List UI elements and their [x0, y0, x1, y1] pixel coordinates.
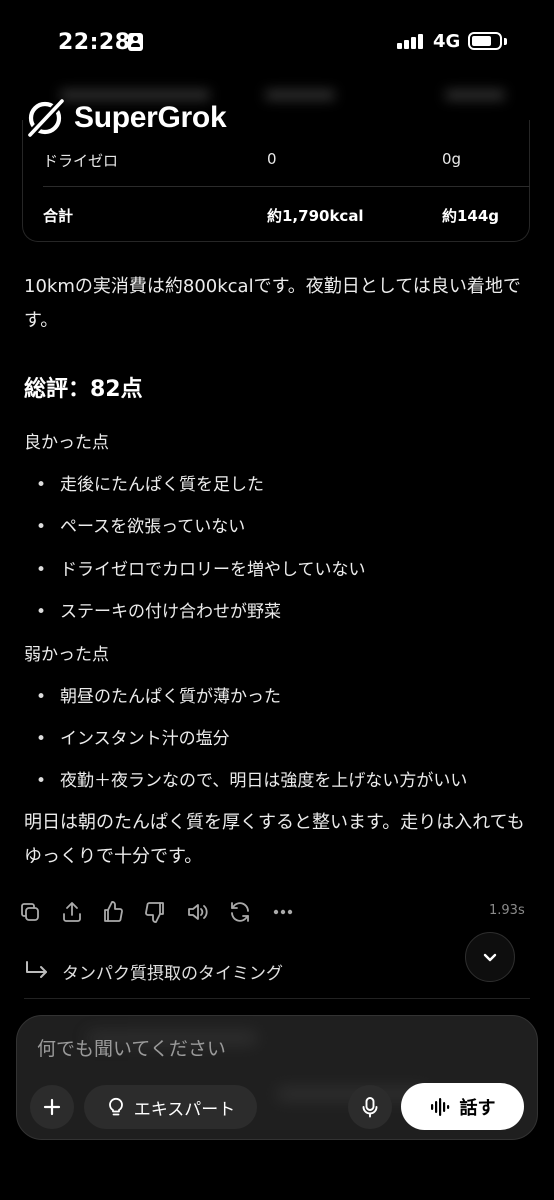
chevron-down-icon	[483, 953, 497, 962]
microphone-icon	[362, 1097, 378, 1118]
grok-logo-icon	[28, 99, 64, 137]
share-icon	[63, 902, 81, 922]
copy-button[interactable]	[18, 900, 44, 926]
plus-icon	[43, 1098, 61, 1116]
dislike-button[interactable]	[143, 900, 169, 926]
app-logo: SuperGrok	[24, 96, 227, 140]
weak-point-item: 朝昼のたんぱく質が薄かった	[36, 682, 281, 707]
response-time: 1.93s	[489, 903, 525, 918]
table-cell-item: ドライゼロ	[43, 152, 119, 170]
share-button[interactable]	[60, 900, 86, 926]
regenerate-button[interactable]	[228, 900, 254, 926]
weak-point-item: 夜勤＋夜ランなので、明日は強度を上げない方がいい	[36, 766, 467, 791]
response-closing: 明日は朝のたんぱく質を厚くすると整います。走りは入れてもゆっくりで十分です。	[24, 812, 525, 867]
battery-tip	[504, 38, 507, 45]
weak-point-item: インスタント汁の塩分	[36, 724, 230, 749]
followup-label: タンパク質摂取のタイミング	[62, 963, 283, 984]
followup-divider	[24, 998, 530, 999]
like-button[interactable]	[101, 900, 127, 926]
regenerate-icon	[231, 902, 249, 922]
status-time: 22:28	[58, 30, 131, 55]
signal-bars-icon	[397, 33, 427, 49]
reply-arrow-icon	[26, 961, 47, 978]
response-intro: 10kmの実消費は約800kcalです。夜勤日としては良い着地です。	[24, 276, 521, 331]
thumbs-down-icon	[145, 902, 164, 923]
battery-icon	[468, 32, 502, 50]
followup-suggestion[interactable]: タンパク質摂取のタイミング	[24, 958, 283, 984]
more-icon	[273, 909, 293, 915]
read-aloud-button[interactable]	[185, 900, 211, 926]
good-point-item: ステーキの付け合わせが野菜	[36, 597, 281, 622]
app-name: SuperGrok	[74, 101, 227, 134]
voice-mode-button[interactable]: 話す	[401, 1083, 524, 1130]
table-divider	[43, 186, 530, 187]
voice-mode-label: 話す	[459, 1097, 496, 1119]
expert-mode-label: エキスパート	[133, 1099, 236, 1120]
score-heading: 総評：82点	[24, 377, 143, 402]
good-points-label: 良かった点	[24, 433, 109, 453]
good-point-item: ペースを欲張っていない	[36, 512, 245, 537]
thumbs-up-icon	[104, 901, 123, 922]
expert-mode-button[interactable]: エキスパート	[84, 1085, 257, 1129]
speaker-icon	[188, 904, 208, 920]
table-cell-protein: 0g	[442, 150, 462, 168]
good-point-item: ドライゼロでカロリーを増やしていない	[36, 555, 366, 580]
table-total-label: 合計	[43, 207, 74, 225]
more-button[interactable]	[271, 900, 297, 926]
message-input-placeholder[interactable]: 何でも聞いてください	[37, 1034, 226, 1061]
weak-points-label: 弱かった点	[24, 645, 109, 665]
attach-button[interactable]	[30, 1085, 74, 1129]
scroll-to-bottom-button[interactable]	[465, 932, 515, 982]
waveform-icon	[430, 1097, 449, 1116]
table-total-protein: 約144g	[442, 207, 500, 225]
lightbulb-icon	[108, 1097, 123, 1116]
microphone-button[interactable]	[348, 1085, 392, 1129]
contact-card-icon	[128, 33, 143, 51]
table-total-kcal: 約1,790kcal	[267, 207, 364, 225]
copy-icon	[21, 903, 39, 921]
table-cell-kcal: 0	[267, 150, 277, 168]
good-point-item: 走後にたんぱく質を足した	[36, 470, 264, 495]
network-type: 4G	[433, 31, 461, 52]
